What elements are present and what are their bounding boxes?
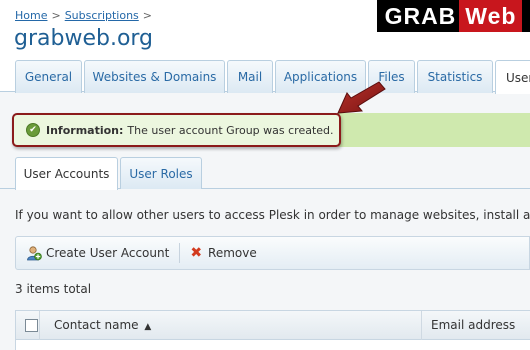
plesk-subscription-page: Home > Subscriptions > grabweb.org GRAB Web …	[0, 0, 530, 350]
subtab-user-roles[interactable]: User Roles	[120, 157, 202, 189]
breadcrumb: Home > Subscriptions >	[15, 9, 156, 22]
table-header: Contact name ▲ Email address	[15, 310, 530, 341]
breadcrumb-home-link[interactable]: Home	[15, 9, 47, 22]
breadcrumb-separator: >	[142, 9, 152, 22]
tab-statistics[interactable]: Statistics	[417, 60, 493, 93]
breadcrumb-separator: >	[51, 9, 61, 22]
create-user-account-button[interactable]: Create User Account	[26, 241, 169, 265]
select-all-checkbox[interactable]	[25, 319, 38, 332]
sort-ascending-icon: ▲	[144, 322, 152, 332]
tab-mail[interactable]: Mail	[227, 60, 273, 93]
logo-grab-text: GRAB	[384, 2, 457, 29]
user-subtabs: User Accounts User Roles	[0, 155, 530, 190]
add-user-icon	[26, 245, 42, 261]
subtab-user-accounts[interactable]: User Accounts	[15, 157, 118, 190]
description-text: If you want to allow other users to acce…	[15, 208, 530, 222]
remove-x-icon: ✖	[190, 245, 203, 261]
main-tabs: General Websites & Domains Mail Applicat…	[0, 56, 530, 94]
column-divider	[421, 311, 422, 341]
column-contact-name[interactable]: Contact name ▲	[54, 318, 151, 332]
annotation-arrow	[337, 81, 386, 114]
create-user-account-label: Create User Account	[46, 246, 170, 260]
column-email-address[interactable]: Email address	[431, 318, 515, 332]
remove-label: Remove	[208, 246, 257, 260]
info-message: ✔ Information: The user account Group wa…	[12, 113, 341, 147]
info-title: Information:	[46, 123, 124, 137]
tab-users[interactable]: User	[495, 60, 530, 94]
page-title: grabweb.org	[14, 26, 154, 51]
check-circle-icon: ✔	[26, 123, 40, 137]
tab-general[interactable]: General	[15, 60, 82, 93]
column-contact-name-label: Contact name	[54, 318, 139, 332]
table-row	[15, 340, 530, 350]
toolbar: Create User Account ✖ Remove	[15, 236, 530, 270]
tab-websites-domains[interactable]: Websites & Domains	[84, 60, 225, 93]
items-total: 3 items total	[15, 282, 92, 296]
logo-web-text: Web	[459, 0, 523, 32]
info-text: The user account Group was created.	[127, 123, 334, 137]
remove-button[interactable]: ✖ Remove	[190, 241, 256, 265]
grabweb-logo: GRAB Web	[377, 0, 530, 32]
column-divider	[39, 311, 40, 341]
breadcrumb-subscriptions-link[interactable]: Subscriptions	[65, 9, 139, 22]
toolbar-divider	[179, 243, 181, 263]
